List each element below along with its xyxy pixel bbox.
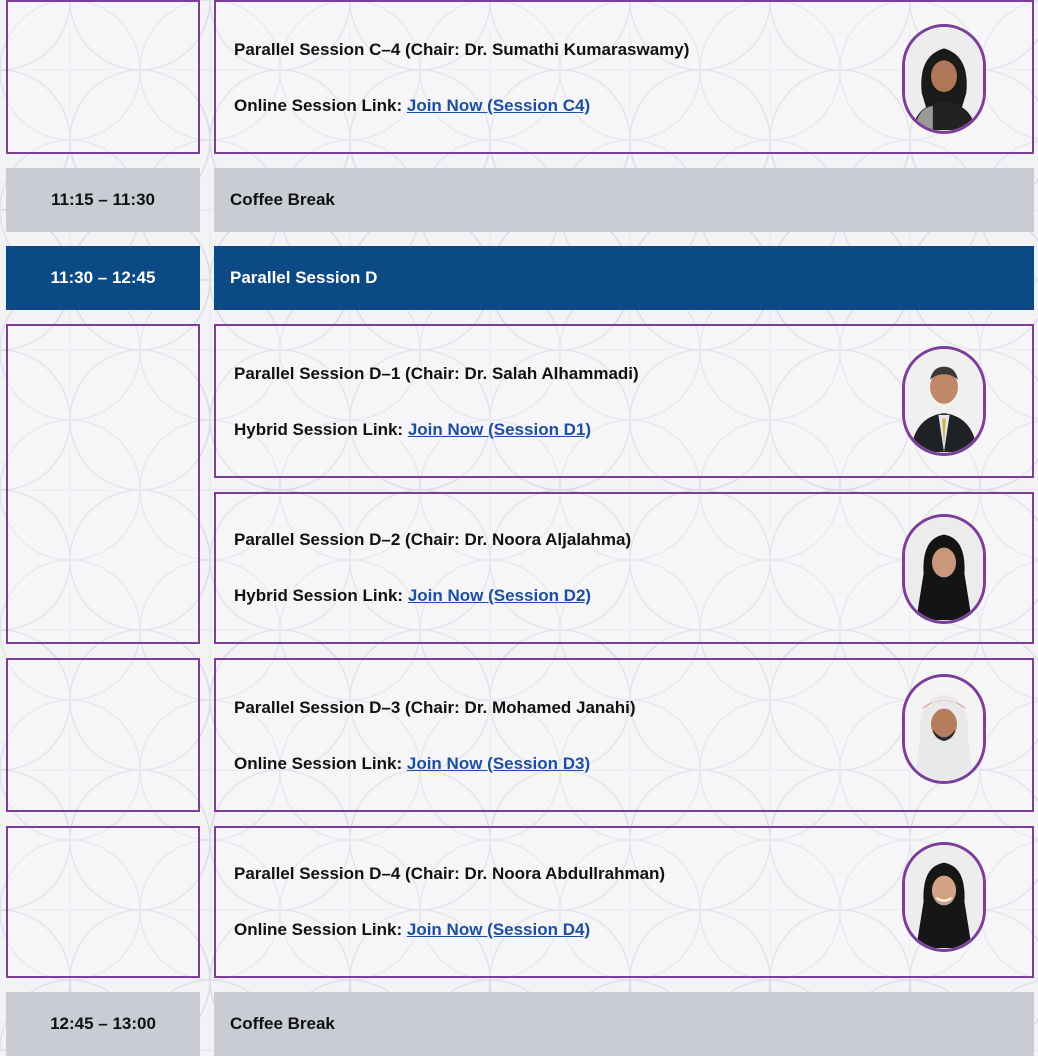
chair-photo-female-hijab-icon	[905, 517, 983, 621]
session-title: Parallel Session C–4 (Chair: Dr. Sumathi…	[234, 40, 690, 59]
session-header-label: Parallel Session D	[214, 246, 1034, 310]
chair-photo-female-dark-hair-icon	[905, 27, 983, 131]
session-link-line: Online Session Link: Join Now (Session C…	[234, 96, 590, 116]
session-link-line: Online Session Link: Join Now (Session D…	[234, 920, 590, 940]
join-now-link-c4[interactable]: Join Now (Session C4)	[407, 96, 590, 115]
session-card-d3: Parallel Session D–3 (Chair: Dr. Mohamed…	[214, 658, 1034, 812]
join-now-link-d3[interactable]: Join Now (Session D3)	[407, 754, 590, 773]
session-link-prefix: Hybrid Session Link:	[234, 586, 404, 605]
time-cell: 12:45 – 13:00	[6, 992, 200, 1056]
time-cell-empty	[6, 826, 200, 978]
chair-avatar	[902, 346, 986, 456]
session-card-c4: Parallel Session C–4 (Chair: Dr. Sumathi…	[214, 0, 1034, 154]
join-now-link-d4[interactable]: Join Now (Session D4)	[407, 920, 590, 939]
session-link-prefix: Online Session Link:	[234, 96, 403, 115]
chair-avatar	[902, 674, 986, 784]
session-link-line: Hybrid Session Link: Join Now (Session D…	[234, 420, 591, 440]
break-label: Coffee Break	[214, 168, 1034, 232]
time-cell-empty	[6, 324, 200, 644]
session-title: Parallel Session D–2 (Chair: Dr. Noora A…	[234, 530, 632, 549]
session-title: Parallel Session D–1 (Chair: Dr. Salah A…	[234, 364, 639, 383]
time-cell: 11:30 – 12:45	[6, 246, 200, 310]
chair-avatar	[902, 842, 986, 952]
session-link-prefix: Online Session Link:	[234, 920, 403, 939]
session-link-line: Hybrid Session Link: Join Now (Session D…	[234, 586, 591, 606]
chair-photo-female-hijab-icon	[905, 845, 983, 949]
chair-avatar	[902, 514, 986, 624]
chair-avatar	[902, 24, 986, 134]
session-card-d1: Parallel Session D–1 (Chair: Dr. Salah A…	[214, 324, 1034, 478]
session-title: Parallel Session D–4 (Chair: Dr. Noora A…	[234, 864, 666, 883]
chair-photo-male-ghutra-icon	[905, 677, 983, 781]
time-cell-empty	[6, 0, 200, 154]
session-link-prefix: Hybrid Session Link:	[234, 420, 404, 439]
session-title: Parallel Session D–3 (Chair: Dr. Mohamed…	[234, 698, 636, 717]
session-card-d2: Parallel Session D–2 (Chair: Dr. Noora A…	[214, 492, 1034, 644]
chair-photo-male-suit-icon	[905, 349, 983, 453]
session-link-line: Online Session Link: Join Now (Session D…	[234, 754, 590, 774]
join-now-link-d2[interactable]: Join Now (Session D2)	[408, 586, 591, 605]
session-link-prefix: Online Session Link:	[234, 754, 403, 773]
session-card-d4: Parallel Session D–4 (Chair: Dr. Noora A…	[214, 826, 1034, 978]
time-cell: 11:15 – 11:30	[6, 168, 200, 232]
time-cell-empty	[6, 658, 200, 812]
break-label: Coffee Break	[214, 992, 1034, 1056]
join-now-link-d1[interactable]: Join Now (Session D1)	[408, 420, 591, 439]
